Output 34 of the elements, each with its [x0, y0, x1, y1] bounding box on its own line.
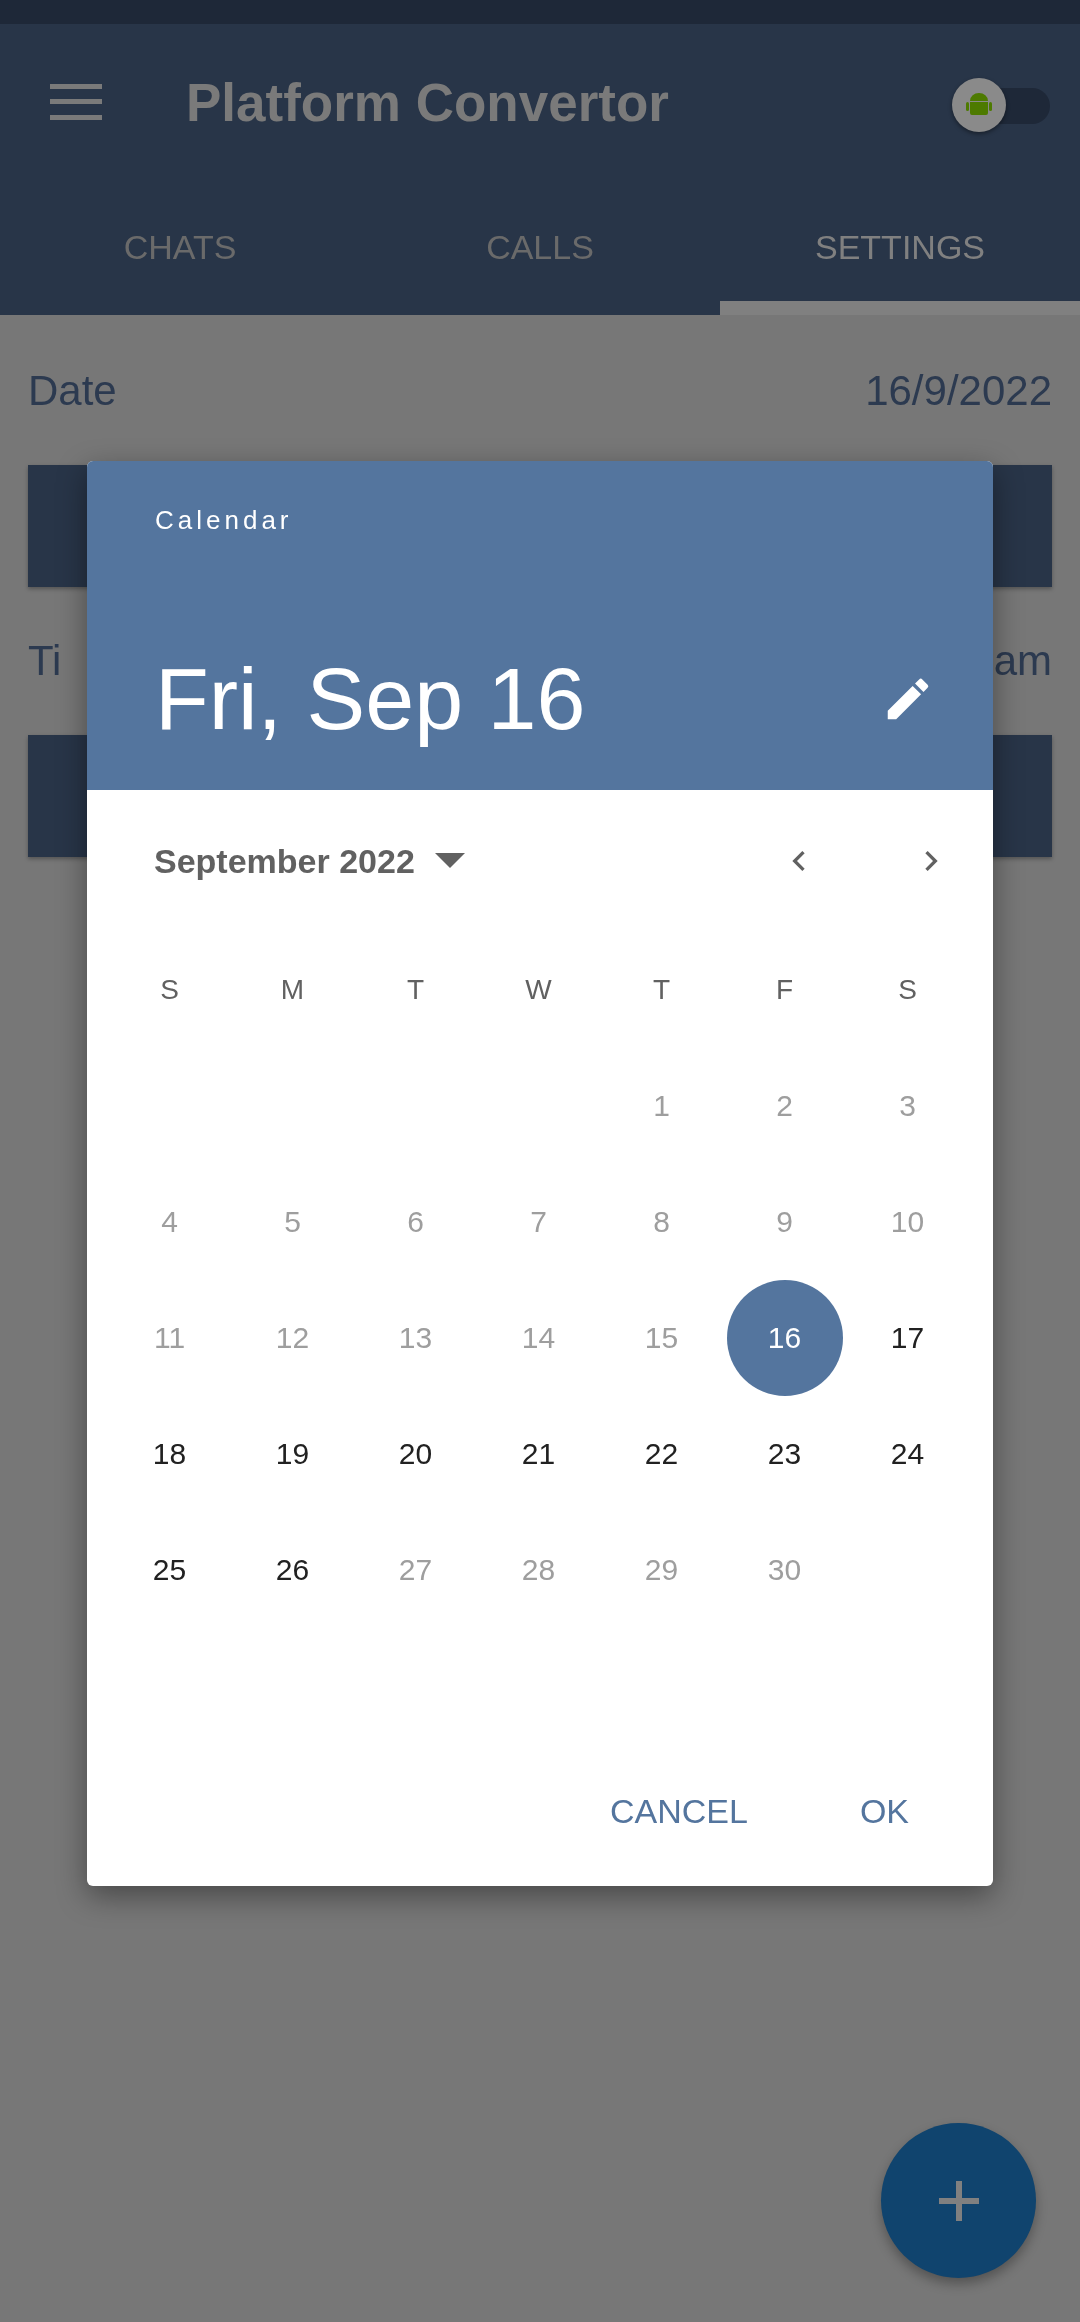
cancel-button[interactable]: CANCEL	[581, 1778, 776, 1845]
plus-icon	[938, 2180, 979, 2221]
tab[interactable]: CALLS	[360, 180, 720, 315]
ok-button[interactable]: OK	[831, 1778, 937, 1845]
setting-value: am	[993, 637, 1052, 685]
weekday-label: M	[279, 973, 306, 1007]
weekday-label: F	[774, 973, 795, 1007]
calendar-day[interactable]: 25	[111, 1512, 228, 1628]
setting-value: 16/9/2022	[865, 367, 1052, 415]
calendar-day[interactable]: 20	[357, 1396, 474, 1512]
setting-label: Ti	[28, 637, 62, 685]
dialog-label: Calendar	[155, 505, 294, 536]
dropdown-caret-icon[interactable]	[434, 853, 465, 869]
weekday-label: S	[159, 973, 180, 1007]
weekday-label: S	[897, 973, 918, 1007]
calendar-day[interactable]: 21	[480, 1396, 597, 1512]
weekday-label: T	[405, 973, 426, 1007]
setting-label: Date	[28, 367, 117, 415]
calendar-day[interactable]: 19	[234, 1396, 351, 1512]
app-title: Platform Convertor	[186, 71, 670, 133]
calendar-day[interactable]: 26	[234, 1512, 351, 1628]
calendar-day[interactable]: 17	[849, 1280, 966, 1396]
selected-date: Fri, Sep 16	[155, 648, 586, 750]
calendar-day[interactable]: 22	[603, 1396, 720, 1512]
tab[interactable]: CHATS	[0, 180, 360, 315]
month-label[interactable]: September 2022	[154, 841, 415, 881]
tab[interactable]: SETTINGS	[720, 180, 1080, 315]
calendar-day[interactable]: 23	[726, 1396, 843, 1512]
calendar-day[interactable]: 18	[111, 1396, 228, 1512]
weekday-label: W	[524, 973, 553, 1007]
weekday-label: T	[651, 973, 672, 1007]
calendar-day[interactable]: 24	[849, 1396, 966, 1512]
calendar-day[interactable]: 16	[726, 1280, 843, 1396]
menu-icon[interactable]	[50, 84, 102, 120]
